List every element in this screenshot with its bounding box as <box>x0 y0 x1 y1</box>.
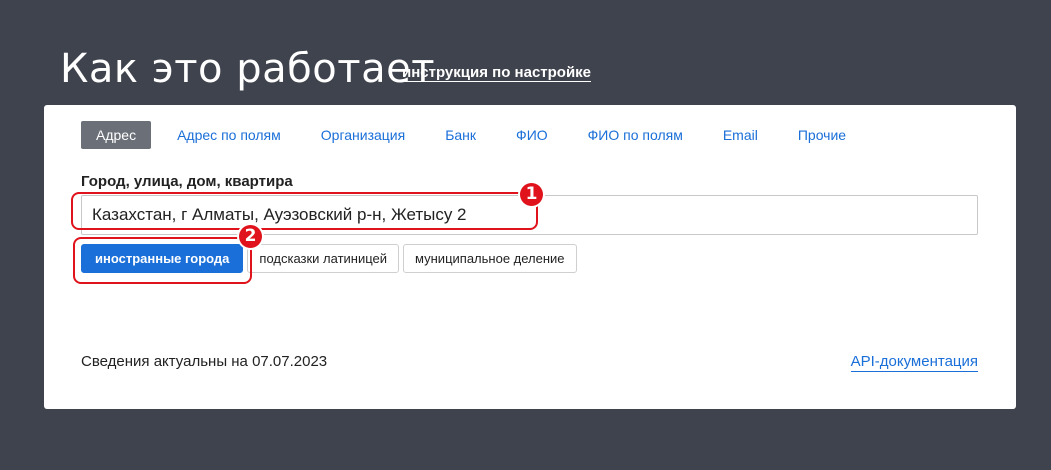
municipal-division-button[interactable]: муниципальное деление <box>403 244 577 273</box>
tab-other[interactable]: Прочие <box>786 121 858 149</box>
tab-organization[interactable]: Организация <box>309 121 417 149</box>
address-field-label: Город, улица, дом, квартира <box>81 173 293 190</box>
option-buttons: иностранные города подсказки латиницей м… <box>81 244 581 273</box>
tab-fio[interactable]: ФИО <box>504 121 560 149</box>
tab-address-by-fields[interactable]: Адрес по полям <box>165 121 293 149</box>
foreign-cities-button[interactable]: иностранные города <box>81 244 244 273</box>
tab-fio-by-fields[interactable]: ФИО по полям <box>576 121 695 149</box>
tab-address[interactable]: Адрес <box>81 121 152 149</box>
annotation-marker-2: 2 <box>239 225 262 248</box>
setup-instructions-link[interactable]: инструкция по настройке <box>402 64 592 82</box>
latin-hints-button[interactable]: подсказки латиницей <box>247 244 400 273</box>
tab-bank[interactable]: Банк <box>433 121 488 149</box>
annotation-marker-1: 1 <box>520 183 543 206</box>
tab-email[interactable]: Email <box>711 121 770 149</box>
api-docs-link[interactable]: API-документация <box>850 353 978 372</box>
tabs-bar: Адрес Адрес по полям Организация Банк ФИ… <box>81 121 874 149</box>
demo-card: Адрес Адрес по полям Организация Банк ФИ… <box>44 105 1016 409</box>
data-date-text: Сведения актуальны на 07.07.2023 <box>81 353 328 370</box>
page-title: Как это работает <box>60 46 435 92</box>
